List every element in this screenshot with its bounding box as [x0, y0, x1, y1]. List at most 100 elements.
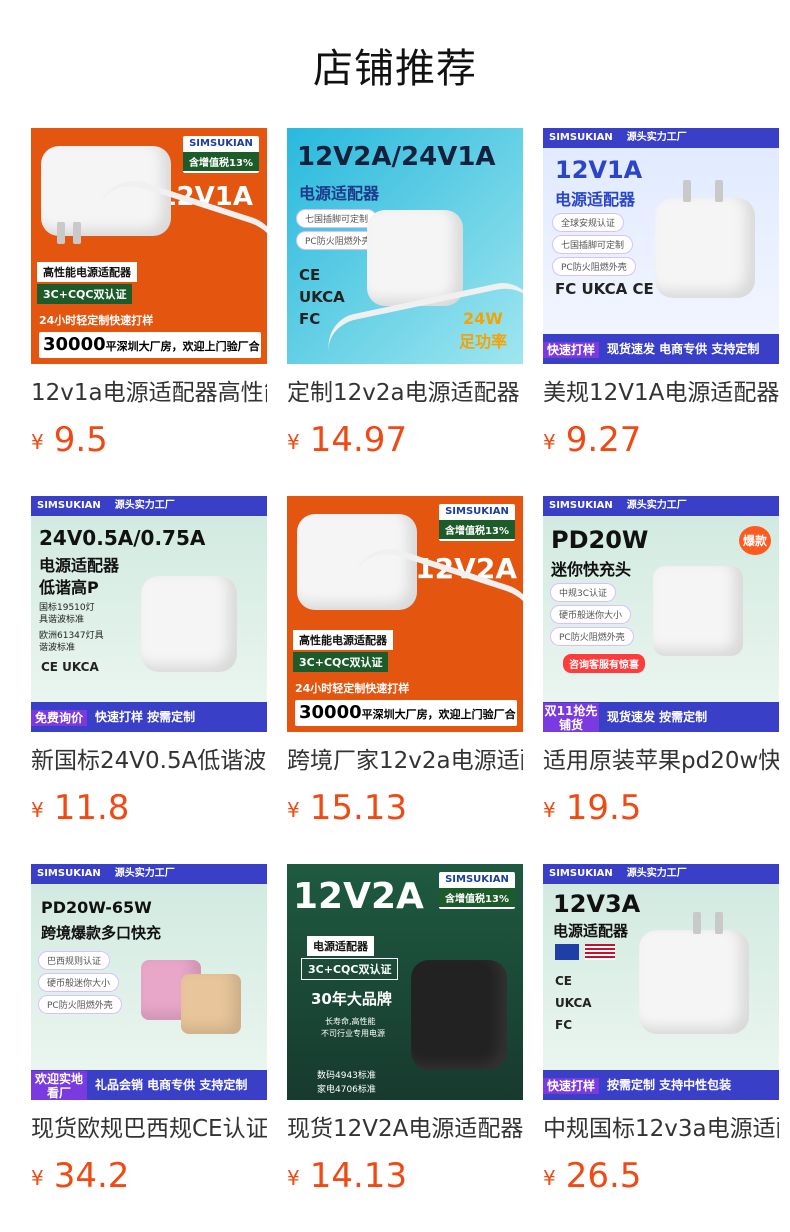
product-name[interactable]: 中规国标12v3a电源适配器: [543, 1114, 779, 1144]
product-card[interactable]: SIMSUKIAN 含增值税13% 12V1A 高性能电源适配器 3C+CQC双认…: [31, 128, 267, 460]
currency-symbol: ¥: [31, 798, 44, 822]
adapter-image: [639, 930, 749, 1034]
feature-pill: PC防火阻燃外壳: [39, 996, 121, 1013]
product-card[interactable]: SIMSUKIAN 源头实力工厂 24V0.5A/0.75A 电源适配器 低谐高P…: [31, 496, 267, 828]
subtitle: 电源适配器: [555, 190, 636, 209]
feature-pill: 硬币般迷你大小: [551, 606, 631, 623]
product-name[interactable]: 定制12v2a电源适配器: [287, 378, 523, 408]
product-name[interactable]: 美规12V1A电源适配器: [543, 378, 779, 408]
certification-marks: CE UKCA: [41, 660, 99, 674]
product-price: ¥14.97: [287, 420, 408, 460]
product-price: ¥9.27: [543, 420, 642, 460]
product-card[interactable]: SIMSUKIAN 源头实力工厂 PD20W 迷你快充头 中规3C认证 硬币般迷你…: [543, 496, 779, 828]
product-card[interactable]: 12V2A/24V1A 电源适配器 七国插脚可定制 PC防火阻燃外壳 CE UK…: [287, 128, 523, 460]
promo-banner: 30000平深圳大厂房，欢迎上门验厂合作: [295, 700, 517, 726]
promo-strip: 快速打样 按需定制 支持中性包装: [543, 1070, 779, 1100]
product-price: ¥14.13: [287, 1156, 408, 1196]
currency-symbol: ¥: [287, 430, 300, 454]
hot-badge: 爆款: [738, 526, 771, 555]
feature-line-1: 电源适配器: [307, 936, 374, 956]
product-name[interactable]: 12v1a电源适配器高性能定制: [31, 378, 267, 408]
currency-symbol: ¥: [31, 1166, 44, 1190]
model-label: 12V2A: [293, 876, 424, 917]
feature-line-3: 24小时轻定制快速打样: [295, 682, 410, 695]
product-card[interactable]: SIMSUKIAN 源头实力工厂 12V3A 电源适配器 CE UKCA FC 快…: [543, 864, 779, 1196]
feature-line-3: 30年大品牌: [311, 990, 392, 1008]
product-image[interactable]: SIMSUKIAN 源头实力工厂 24V0.5A/0.75A 电源适配器 低谐高P…: [31, 496, 267, 732]
note: 数码4943标准: [317, 1071, 376, 1081]
currency-symbol: ¥: [287, 798, 300, 822]
feature-line-3: 24小时轻定制快速打样: [39, 314, 154, 327]
currency-symbol: ¥: [31, 430, 44, 454]
product-image[interactable]: 12V2A/24V1A 电源适配器 七国插脚可定制 PC防火阻燃外壳 CE UK…: [287, 128, 523, 364]
product-image[interactable]: SIMSUKIAN 源头实力工厂 PD20W-65W 跨境爆款多口快充 巴西规则认…: [31, 864, 267, 1100]
product-image[interactable]: SIMSUKIAN 含增值税13% 12V1A 高性能电源适配器 3C+CQC双认…: [31, 128, 267, 364]
product-image[interactable]: SIMSUKIAN 含增值税13% 12V2A 电源适配器 3C+CQC双认证 3…: [287, 864, 523, 1100]
product-name[interactable]: 现货欧规巴西规CE认证: [31, 1114, 267, 1144]
feature-pill: 七国插脚可定制: [297, 210, 377, 227]
header-strip: SIMSUKIAN 源头实力工厂: [543, 496, 779, 516]
product-price: ¥11.8: [31, 788, 130, 828]
power-label: 24W 足功率: [458, 309, 507, 351]
header-strip: SIMSUKIAN 源头实力工厂: [31, 496, 267, 516]
product-image[interactable]: SIMSUKIAN 源头实力工厂 12V1A 电源适配器 全球安规认证 七国插脚可…: [543, 128, 779, 364]
currency-symbol: ¥: [543, 798, 556, 822]
product-image[interactable]: SIMSUKIAN 含增值税13% 12V2A 高性能电源适配器 3C+CQC双认…: [287, 496, 523, 732]
note: 长寿命,高性能: [325, 1017, 376, 1026]
product-name[interactable]: 新国标24V0.5A低谐波电源: [31, 746, 267, 776]
product-name[interactable]: 现货12V2A电源适配器: [287, 1114, 523, 1144]
promo-banner: 30000平深圳大厂房，欢迎上门验厂合作: [39, 332, 261, 358]
subtitle: 跨境爆款多口快充: [41, 924, 162, 942]
feature-line-2: 3C+CQC双认证: [293, 652, 389, 672]
product-card[interactable]: SIMSUKIAN 含增值税13% 12V2A 电源适配器 3C+CQC双认证 3…: [287, 864, 523, 1196]
adapter-image: [367, 210, 463, 306]
brand-logo: SIMSUKIAN 含增值税13%: [183, 136, 259, 173]
feature-pill: 中规3C认证: [551, 584, 616, 601]
product-card[interactable]: SIMSUKIAN 含增值税13% 12V2A 高性能电源适配器 3C+CQC双认…: [287, 496, 523, 828]
currency-symbol: ¥: [543, 1166, 556, 1190]
product-price: ¥15.13: [287, 788, 408, 828]
us-flag-icon: [585, 944, 615, 960]
eu-flag-icon: [555, 944, 579, 960]
feature-pill: 七国插脚可定制: [553, 236, 633, 253]
feature-line-1: 高性能电源适配器: [293, 630, 393, 650]
feature-pill: 全球安规认证: [553, 214, 624, 231]
note: 不司行业专用电源: [321, 1029, 385, 1038]
model-label: PD20W: [551, 526, 649, 554]
product-card[interactable]: SIMSUKIAN 源头实力工厂 PD20W-65W 跨境爆款多口快充 巴西规则认…: [31, 864, 267, 1196]
product-price: ¥9.5: [31, 420, 108, 460]
adapter-image: [653, 566, 743, 656]
product-name[interactable]: 跨境厂家12v2a电源适配器: [287, 746, 523, 776]
subtitle: 电源适配器: [299, 184, 380, 203]
note: 具谐波标准: [39, 615, 85, 625]
adapter-image: [655, 198, 755, 298]
certification-marks: CE UKCA FC: [555, 974, 592, 1032]
subtitle-2: 低谐高P: [39, 578, 99, 597]
currency-symbol: ¥: [543, 430, 556, 454]
currency-symbol: ¥: [287, 1166, 300, 1190]
model-label: 24V0.5A/0.75A: [39, 526, 206, 550]
subtitle: 迷你快充头: [551, 560, 632, 579]
promo-strip: 免费询价 快速打样 按需定制: [31, 702, 267, 732]
product-image[interactable]: SIMSUKIAN 源头实力工厂 PD20W 迷你快充头 中规3C认证 硬币般迷你…: [543, 496, 779, 732]
product-image[interactable]: SIMSUKIAN 源头实力工厂 12V3A 电源适配器 CE UKCA FC 快…: [543, 864, 779, 1100]
adapter-image: [141, 576, 237, 672]
feature-pill: PC防火阻燃外壳: [553, 258, 635, 275]
product-price: ¥26.5: [543, 1156, 642, 1196]
note: 谐波标准: [39, 643, 76, 653]
note: 家电4706标准: [317, 1085, 376, 1095]
header-strip: SIMSUKIAN 源头实力工厂: [31, 864, 267, 884]
subtitle: 电源适配器: [39, 556, 120, 575]
promo-strip: 快速打样 现货速发 电商专供 支持定制: [543, 334, 779, 364]
promo-strip: 双11抢先铺货现货速发 按需定制: [543, 702, 779, 732]
header-strip: SIMSUKIAN 源头实力工厂: [543, 864, 779, 884]
product-name[interactable]: 适用原装苹果pd20w快充头: [543, 746, 779, 776]
product-card[interactable]: SIMSUKIAN 源头实力工厂 12V1A 电源适配器 全球安规认证 七国插脚可…: [543, 128, 779, 460]
brand-logo: SIMSUKIAN 含增值税13%: [439, 504, 515, 541]
product-grid: SIMSUKIAN 含增值税13% 12V1A 高性能电源适配器 3C+CQC双认…: [0, 0, 790, 1232]
brand-logo: SIMSUKIAN 含增值税13%: [439, 872, 515, 909]
feature-pill: PC防火阻燃外壳: [551, 628, 633, 645]
feature-line-2: 3C+CQC双认证: [301, 958, 399, 980]
feature-line-2: 3C+CQC双认证: [37, 284, 133, 304]
model-label: 12V1A: [555, 156, 643, 184]
